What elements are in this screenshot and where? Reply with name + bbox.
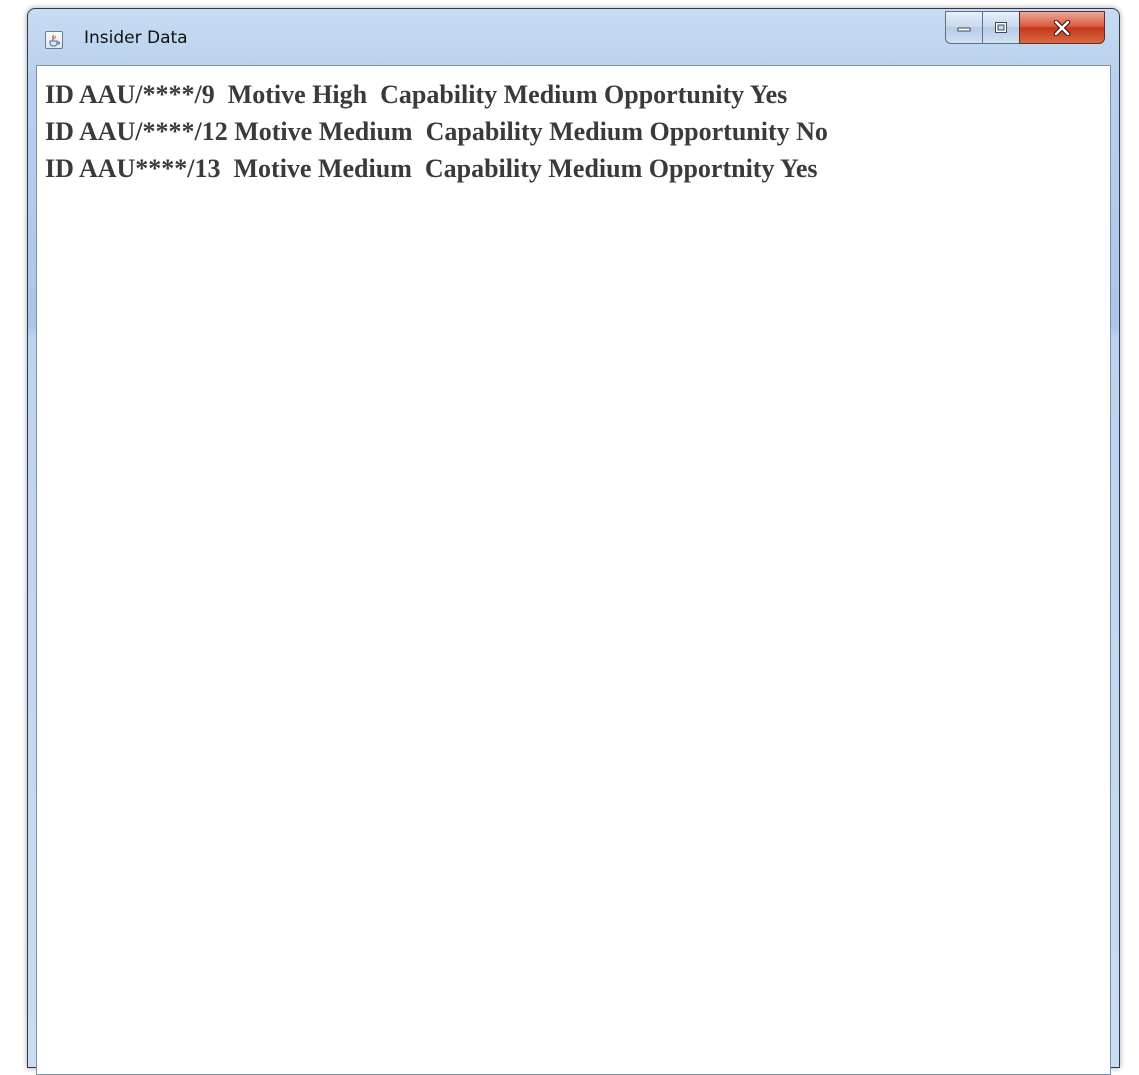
app-window: Insider Data ID AAU/****/9 Motive High C… bbox=[27, 8, 1120, 1075]
maximize-button[interactable] bbox=[982, 11, 1019, 44]
maximize-icon bbox=[995, 22, 1007, 33]
window-title: Insider Data bbox=[84, 28, 188, 48]
close-button[interactable] bbox=[1019, 11, 1105, 44]
close-icon bbox=[1053, 19, 1071, 36]
records-list: ID AAU/****/9 Motive High Capability Med… bbox=[45, 76, 828, 187]
minimize-button[interactable] bbox=[945, 11, 982, 44]
record-line: ID AAU****/13 Motive Medium Capability M… bbox=[45, 154, 818, 183]
record-line: ID AAU/****/9 Motive High Capability Med… bbox=[45, 80, 788, 109]
java-cup-icon[interactable] bbox=[45, 31, 63, 49]
record-line: ID AAU/****/12 Motive Medium Capability … bbox=[45, 117, 828, 146]
caption-buttons bbox=[945, 11, 1105, 45]
text-area[interactable]: ID AAU/****/9 Motive High Capability Med… bbox=[36, 65, 1111, 1075]
minimize-icon bbox=[957, 27, 971, 31]
title-bar[interactable]: Insider Data bbox=[28, 9, 1119, 65]
